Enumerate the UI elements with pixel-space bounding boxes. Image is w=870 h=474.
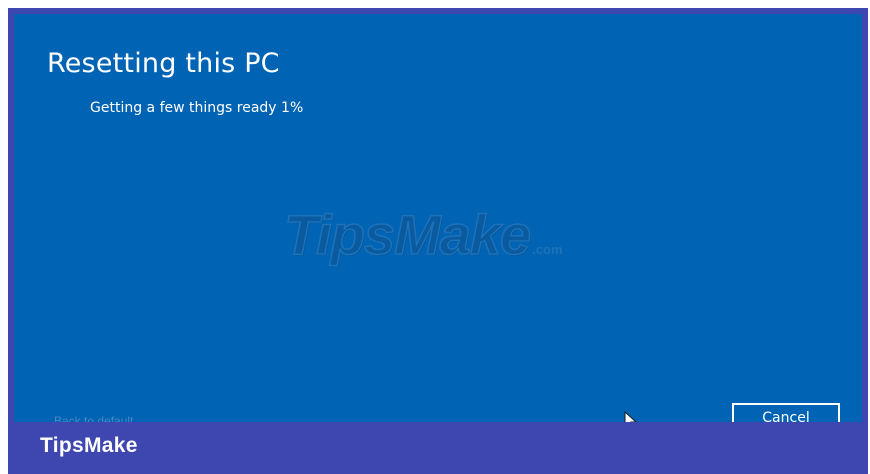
watermark-logo: TipsMake .com [283, 202, 563, 267]
progress-status-text: Getting a few things ready 1% [90, 100, 304, 116]
watermark-main-text: TipsMake [283, 202, 532, 267]
page-title: Resetting this PC [47, 48, 280, 79]
reset-pc-screen: Resetting this PC Getting a few things r… [14, 14, 862, 426]
watermark-sub-text: .com [532, 242, 563, 257]
banner-label: TipsMake [40, 434, 138, 457]
tipsmake-banner: TipsMake [8, 422, 868, 474]
screenshot-frame: Resetting this PC Getting a few things r… [0, 0, 870, 474]
